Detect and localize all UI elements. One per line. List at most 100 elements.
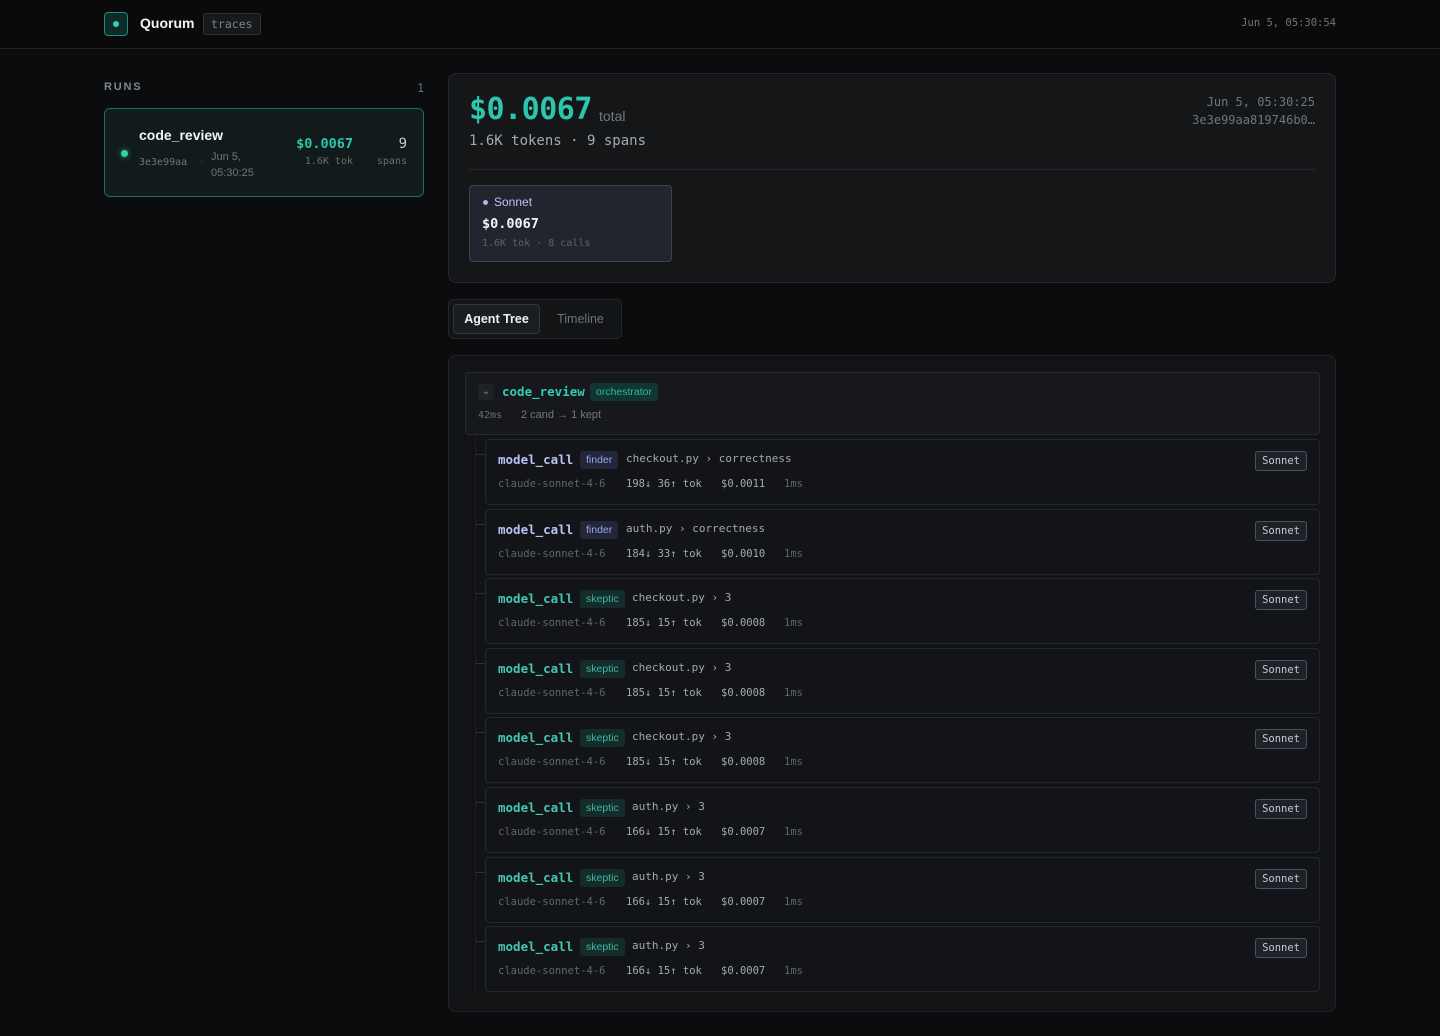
node-model-badge: Sonnet <box>1255 451 1307 471</box>
node-duration: 1ms <box>784 896 803 908</box>
node-model: claude-sonnet-4-6 <box>498 617 606 629</box>
root-node-name: code_review <box>502 384 585 399</box>
root-duration: 42ms <box>478 410 503 421</box>
node-model: claude-sonnet-4-6 <box>498 687 606 699</box>
tree-connector-line <box>475 435 476 993</box>
tree-branch-line <box>475 593 485 594</box>
model-meta: 1.6K tok · 8 calls <box>482 238 591 249</box>
node-tokens: 166↓ 15↑ tok <box>626 826 702 838</box>
model-color-dot <box>483 200 488 205</box>
node-role-badge: skeptic <box>580 660 625 678</box>
node-cost: $0.0008 <box>721 687 766 699</box>
app-logo-icon <box>104 12 128 36</box>
runs-title: RUNS <box>104 81 143 93</box>
node-model-badge: Sonnet <box>1255 799 1307 819</box>
tree-child-node[interactable]: model_call finder auth.py › correctness cla… <box>485 509 1320 575</box>
node-name: model_call <box>498 452 574 467</box>
runs-count: 1 <box>417 81 424 95</box>
tree-branch-line <box>475 732 485 733</box>
tab-timeline[interactable]: Timeline <box>544 304 617 334</box>
run-tokens: 1.6K tok <box>304 156 353 167</box>
runs-heading: RUNS 1 <box>104 81 424 95</box>
node-model-badge: Sonnet <box>1255 729 1307 749</box>
node-duration: 1ms <box>784 826 803 838</box>
node-tokens: 184↓ 33↑ tok <box>626 548 702 560</box>
tree-child-node[interactable]: model_call skeptic checkout.py › 3 claude-s… <box>485 578 1320 644</box>
node-model: claude-sonnet-4-6 <box>498 826 606 838</box>
tree-child-node[interactable]: model_call skeptic checkout.py › 3 claude-s… <box>485 717 1320 783</box>
node-name: model_call <box>498 870 574 885</box>
tree-branch-line <box>475 941 485 942</box>
node-cost: $0.0007 <box>721 896 766 908</box>
model-name: Sonnet <box>494 195 533 209</box>
model-cost: $0.0067 <box>482 216 539 232</box>
node-name: model_call <box>498 939 574 954</box>
summary-subtitle: 1.6K tokens · 9 spans <box>469 133 647 149</box>
node-model: claude-sonnet-4-6 <box>498 478 606 490</box>
node-model-badge: Sonnet <box>1255 938 1307 958</box>
node-name: model_call <box>498 661 574 676</box>
node-duration: 1ms <box>784 617 803 629</box>
node-cost: $0.0010 <box>721 548 766 560</box>
node-model-badge: Sonnet <box>1255 869 1307 889</box>
node-model-badge: Sonnet <box>1255 660 1307 680</box>
tree-child-node[interactable]: model_call skeptic checkout.py › 3 claude-s… <box>485 648 1320 714</box>
node-path: auth.py › 3 <box>632 939 705 952</box>
node-name: model_call <box>498 591 574 606</box>
total-cost-label: total <box>599 108 626 124</box>
node-tokens: 166↓ 15↑ tok <box>626 896 702 908</box>
node-name: model_call <box>498 800 574 815</box>
run-cost: $0.0067 <box>296 136 353 152</box>
node-role-badge: skeptic <box>580 938 625 956</box>
node-model: claude-sonnet-4-6 <box>498 548 606 560</box>
run-list-item[interactable]: code_review 3e3e99aa · Jun 5, 05:30:25 $… <box>104 108 424 197</box>
root-role-badge: orchestrator <box>590 383 659 401</box>
summary-date: Jun 5, 05:30:25 <box>1206 95 1315 109</box>
node-role-badge: skeptic <box>580 590 625 608</box>
node-duration: 1ms <box>784 965 803 977</box>
top-bar: Quorum traces Jun 5, 05:30:54 <box>0 0 1440 49</box>
node-duration: 1ms <box>784 687 803 699</box>
node-model: claude-sonnet-4-6 <box>498 896 606 908</box>
node-model: claude-sonnet-4-6 <box>498 965 606 977</box>
node-name: model_call <box>498 522 574 537</box>
node-tokens: 185↓ 15↑ tok <box>626 756 702 768</box>
node-duration: 1ms <box>784 756 803 768</box>
node-tokens: 185↓ 15↑ tok <box>626 617 702 629</box>
tree-root-node[interactable]: ⌄ code_review orchestrator 42ms 2 cand →… <box>465 372 1320 435</box>
tree-child-node[interactable]: model_call skeptic auth.py › 3 claude-sonne… <box>485 787 1320 853</box>
node-cost: $0.0008 <box>721 756 766 768</box>
node-model-badge: Sonnet <box>1255 521 1307 541</box>
run-id: 3e3e99aa <box>139 157 188 168</box>
node-path: checkout.py › 3 <box>632 661 732 674</box>
node-role-badge: finder <box>580 451 619 469</box>
tab-agent-tree[interactable]: Agent Tree <box>453 304 540 334</box>
chevron-down-icon[interactable]: ⌄ <box>478 384 494 400</box>
node-role-badge: skeptic <box>580 729 625 747</box>
total-cost: $0.0067 <box>469 92 592 127</box>
node-tokens: 198↓ 36↑ tok <box>626 478 702 490</box>
view-tabs: Agent Tree Timeline <box>448 299 622 339</box>
agent-tree-panel: ⌄ code_review orchestrator 42ms 2 cand →… <box>448 355 1336 1012</box>
node-path: checkout.py › 3 <box>632 730 732 743</box>
app-title: Quorum <box>140 15 195 31</box>
tree-child-node[interactable]: model_call skeptic auth.py › 3 claude-sonne… <box>485 857 1320 923</box>
node-name: model_call <box>498 730 574 745</box>
node-tokens: 166↓ 15↑ tok <box>626 965 702 977</box>
node-path: checkout.py › 3 <box>632 591 732 604</box>
tree-child-node[interactable]: model_call finder checkout.py › correctnes… <box>485 439 1320 505</box>
run-date: Jun 5, 05:30:25 <box>211 151 254 179</box>
node-cost: $0.0007 <box>721 826 766 838</box>
tree-child-node[interactable]: model_call skeptic auth.py › 3 claude-sonne… <box>485 926 1320 992</box>
node-cost: $0.0007 <box>721 965 766 977</box>
node-model-badge: Sonnet <box>1255 590 1307 610</box>
run-name: code_review <box>139 127 224 143</box>
node-model: claude-sonnet-4-6 <box>498 756 606 768</box>
summary-run-hash: 3e3e99aa819746b0… <box>1192 113 1315 127</box>
run-status-dot <box>121 150 128 157</box>
node-path: checkout.py › correctness <box>626 452 792 465</box>
node-duration: 1ms <box>784 478 803 490</box>
node-path: auth.py › correctness <box>626 522 766 535</box>
logo-dot <box>113 21 119 27</box>
node-tokens: 185↓ 15↑ tok <box>626 687 702 699</box>
